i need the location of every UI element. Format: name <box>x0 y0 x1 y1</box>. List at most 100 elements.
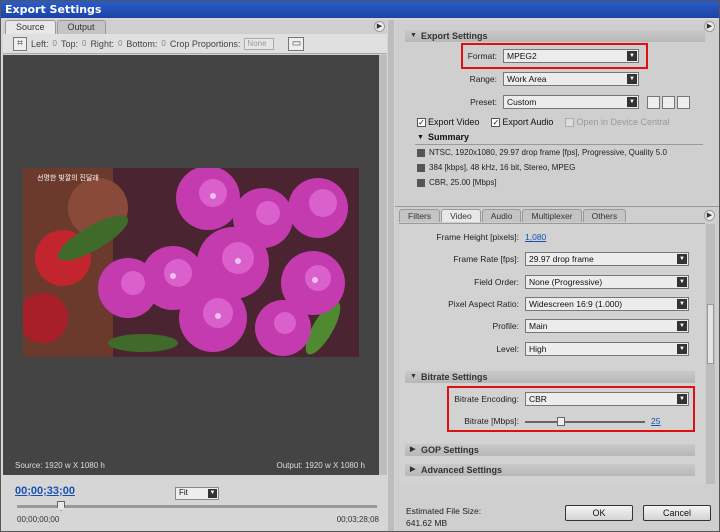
crop-proportions-label: Crop Proportions: <box>169 38 241 49</box>
crop-top-value[interactable]: 0 <box>82 39 86 48</box>
chevron-down-icon: ▼ <box>677 344 687 354</box>
tab-filters[interactable]: Filters <box>399 209 441 222</box>
frame-rate-dropdown[interactable]: 29.97 drop frame ▼ <box>525 252 689 266</box>
playhead-handle[interactable] <box>57 501 65 511</box>
advanced-settings-header-label: Advanced Settings <box>421 465 503 475</box>
cancel-button[interactable]: Cancel <box>643 505 711 521</box>
export-settings-header[interactable]: ▼ Export Settings <box>405 30 705 42</box>
range-dropdown[interactable]: Work Area ▼ <box>503 72 639 86</box>
crop-icon[interactable]: ⌗ <box>13 36 27 51</box>
timeline-end-time: 00;03;28;08 <box>336 515 379 524</box>
crop-bottom-value[interactable]: 0 <box>161 39 165 48</box>
preset-label: Preset: <box>470 97 497 107</box>
range-label: Range: <box>469 74 497 84</box>
collapse-triangle-icon: ▼ <box>410 32 417 39</box>
summary-divider <box>415 144 703 145</box>
tab-audio[interactable]: Audio <box>481 209 522 222</box>
preset-dropdown[interactable]: Custom ▼ <box>503 95 639 109</box>
field-order-dropdown[interactable]: None (Progressive) ▼ <box>525 275 689 289</box>
save-preset-icon[interactable] <box>647 95 660 109</box>
source-dimensions-label: Source: 1920 w X 1080 h <box>15 461 105 470</box>
open-device-central-label: Open in Device Central <box>576 117 670 127</box>
tabs-menu-arrow-icon[interactable]: ▶ <box>704 210 715 221</box>
crop-right-label: Right: <box>90 38 114 49</box>
crop-right-value[interactable]: 0 <box>118 39 122 48</box>
range-value: Work Area <box>507 74 547 84</box>
tab-output[interactable]: Output <box>56 20 106 34</box>
import-preset-icon[interactable] <box>662 95 675 109</box>
frame-height-label: Frame Height [pixels]: <box>436 232 519 242</box>
panel-splitter[interactable] <box>388 20 394 531</box>
collapse-triangle-icon: ▼ <box>410 373 417 380</box>
chevron-down-icon: ▼ <box>627 97 637 107</box>
field-order-value: None (Progressive) <box>529 277 603 287</box>
crop-top-label: Top: <box>60 38 78 49</box>
window-title: Export Settings <box>1 1 719 18</box>
crop-bottom-label: Bottom: <box>126 38 158 49</box>
chevron-down-icon: ▼ <box>677 277 687 287</box>
timeline-start-time: 00;00;00;00 <box>17 515 60 524</box>
estimated-file-size-value: 641.62 MB <box>406 518 448 528</box>
crop-left-label: Left: <box>31 38 49 49</box>
export-video-label: Export Video <box>428 117 480 127</box>
crop-output-icon[interactable]: ▭ <box>288 36 305 51</box>
summary-video: NTSC, 1920x1080, 29.97 drop frame [fps],… <box>429 148 667 157</box>
audio-speaker-icon <box>417 163 425 172</box>
export-settings-panel: ▶ ▼ Export Settings Format: MPEG2 ▼ Range:… <box>395 20 719 531</box>
crop-left-value[interactable]: 0 <box>53 39 57 48</box>
gop-settings-header-label: GOP Settings <box>421 445 479 455</box>
preview-overlay-caption: 선명한 빛깔의 진달래 <box>37 175 99 182</box>
preview-frame-image: 선명한 빛깔의 진달래 <box>23 168 359 357</box>
frame-rate-label: Frame Rate [fps]: <box>453 254 519 264</box>
output-dimensions-label: Output: 1920 w X 1080 h <box>276 461 365 470</box>
frame-rate-value: 29.97 drop frame <box>529 254 594 264</box>
export-settings-window: Export Settings Source Output ▶ ⌗ Left: 0… <box>0 0 720 532</box>
timeline-track[interactable] <box>17 505 377 508</box>
source-output-panel: Source Output ▶ ⌗ Left: 0 Top: 0 Right: 0 B… <box>3 20 387 531</box>
pixel-aspect-ratio-dropdown[interactable]: Widescreen 16:9 (1.000) ▼ <box>525 297 689 311</box>
profile-label: Profile: <box>492 321 519 331</box>
summary-audio: 384 [kbps], 48 kHz, 16 bit, Stereo, MPEG <box>429 163 576 172</box>
settings-menu-arrow-icon[interactable]: ▶ <box>704 21 715 32</box>
tab-source[interactable]: Source <box>5 20 56 34</box>
crop-proportions-dropdown[interactable]: None <box>244 37 275 50</box>
expand-triangle-icon: ▶ <box>410 446 416 453</box>
gop-settings-header[interactable]: ▶ GOP Settings <box>405 444 695 456</box>
bitrate-settings-header-label: Bitrate Settings <box>421 372 488 382</box>
summary-triangle-icon[interactable]: ▼ <box>417 134 424 141</box>
bitrate-highlight-box <box>447 386 695 432</box>
level-dropdown[interactable]: High ▼ <box>525 342 689 356</box>
export-audio-checkbox[interactable]: ✓ <box>491 117 501 127</box>
preview-scrollbar[interactable] <box>379 55 387 475</box>
bitrate-settings-header[interactable]: ▼ Bitrate Settings <box>405 371 695 383</box>
pixel-aspect-ratio-label: Pixel Aspect Ratio: <box>448 299 519 309</box>
preset-value: Custom <box>507 97 537 107</box>
tab-others[interactable]: Others <box>582 209 627 222</box>
settings-scrollbar-thumb[interactable] <box>707 304 714 364</box>
tab-multiplexer[interactable]: Multiplexer <box>522 209 582 222</box>
open-device-central-checkbox[interactable] <box>565 117 575 127</box>
ok-button[interactable]: OK <box>565 505 633 521</box>
azalea-flowers-image <box>23 168 359 357</box>
advanced-settings-header[interactable]: ▶ Advanced Settings <box>405 464 695 476</box>
crop-toolbar: ⌗ Left: 0 Top: 0 Right: 0 Bottom: 0 Crop Pro… <box>3 34 387 54</box>
summary-label: Summary <box>427 132 469 142</box>
field-order-label: Field Order: <box>474 277 519 287</box>
zoom-fit-label: Fit <box>179 488 188 497</box>
video-preview: 선명한 빛깔의 진달래 Source: 1920 w X 1080 h Outp… <box>3 55 379 475</box>
chevron-down-icon: ▼ <box>677 299 687 309</box>
zoom-fit-dropdown[interactable]: Fit ▼ <box>175 487 219 500</box>
chevron-down-icon: ▼ <box>677 254 687 264</box>
tab-video[interactable]: Video <box>441 209 481 222</box>
delete-preset-icon[interactable] <box>677 95 690 109</box>
frame-height-value[interactable]: 1,080 <box>525 232 546 242</box>
current-timecode[interactable]: 00;00;33;00 <box>15 485 75 497</box>
export-video-checkbox[interactable]: ✓ <box>417 117 426 127</box>
level-value: High <box>529 344 547 354</box>
pixel-aspect-ratio-value: Widescreen 16:9 (1.000) <box>529 299 623 309</box>
format-highlight-box <box>461 43 648 69</box>
profile-dropdown[interactable]: Main ▼ <box>525 319 689 333</box>
profile-value: Main <box>529 321 548 331</box>
panel-menu-arrow-icon[interactable]: ▶ <box>374 21 385 32</box>
settings-scrollbar[interactable] <box>706 224 715 484</box>
